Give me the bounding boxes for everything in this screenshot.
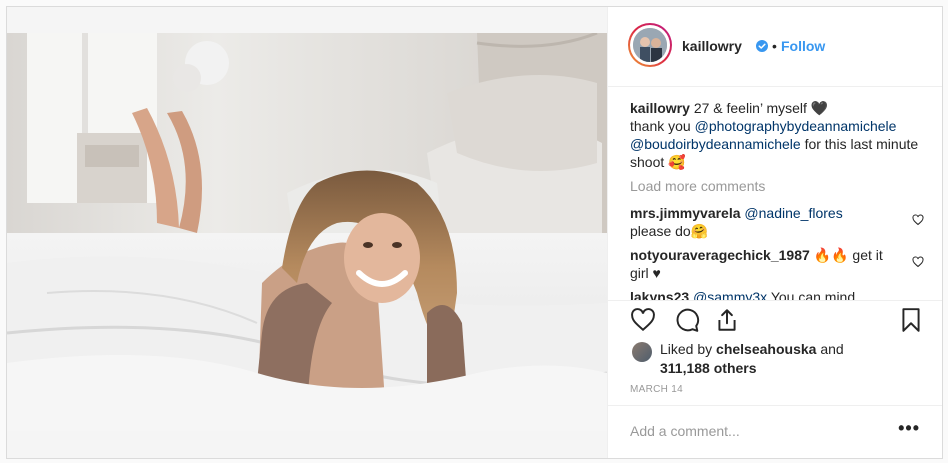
verified-badge-icon bbox=[756, 40, 768, 52]
follow-button[interactable]: Follow bbox=[781, 38, 825, 54]
comment-icon[interactable] bbox=[674, 307, 700, 333]
caption-username[interactable]: kaillowry bbox=[630, 100, 690, 116]
add-comment-input[interactable]: Add a comment... bbox=[630, 423, 740, 439]
comment-emoji: 🤗 bbox=[690, 223, 709, 239]
avatar-image bbox=[633, 28, 667, 62]
comment-username[interactable]: notyouraveragechick_1987 bbox=[630, 247, 810, 263]
caption: kaillowry 27 & feelin’ myself 🖤 thank yo… bbox=[630, 99, 930, 171]
actions-divider bbox=[608, 300, 942, 301]
comment-item: notyouraveragechick_1987 🔥🔥 get it girl … bbox=[630, 246, 900, 282]
comment-username[interactable]: mrs.jimmyvarela bbox=[630, 205, 741, 221]
post-photo-image bbox=[7, 33, 607, 431]
add-comment-bar: Add a comment... ••• bbox=[608, 405, 942, 458]
caption-text: 27 & feelin’ myself bbox=[693, 100, 807, 116]
caption-emoji: 🖤 bbox=[810, 100, 829, 116]
comment-text: You can mind bbox=[770, 289, 856, 300]
likes-prefix: Liked by bbox=[660, 341, 713, 357]
caption-tail-emoji: 🥰 bbox=[668, 154, 686, 170]
caption-thank-you: thank you bbox=[630, 118, 691, 134]
caption-mention-1[interactable]: @photographybydeannamichele bbox=[695, 118, 897, 134]
more-options-icon[interactable]: ••• bbox=[898, 418, 920, 439]
comment-like-heart-icon[interactable] bbox=[912, 214, 924, 226]
avatar[interactable] bbox=[628, 23, 672, 67]
heart-icon[interactable] bbox=[630, 307, 656, 333]
separator-dot: • bbox=[772, 38, 777, 54]
likes-summary: Liked by chelseahouska and 311,188 other… bbox=[660, 340, 890, 378]
likes-user[interactable]: chelseahouska bbox=[716, 341, 816, 357]
comment-mention[interactable]: @sammy3x bbox=[693, 289, 767, 300]
comment-like-heart-icon[interactable] bbox=[912, 256, 924, 268]
post-header: kaillowry • Follow bbox=[608, 7, 942, 87]
instagram-post: kaillowry • Follow kaillowry 27 & feelin… bbox=[6, 6, 943, 459]
header-username[interactable]: kaillowry bbox=[682, 38, 742, 54]
post-sidebar: kaillowry • Follow kaillowry 27 & feelin… bbox=[607, 7, 942, 458]
comment-item: lakyns23 @sammy3x You can mind bbox=[630, 288, 900, 300]
post-photo[interactable] bbox=[7, 33, 607, 431]
comment-item: mrs.jimmyvarela @nadine_flores please do… bbox=[630, 204, 900, 240]
comment-text: please do bbox=[630, 223, 691, 239]
load-more-comments[interactable]: Load more comments bbox=[630, 178, 765, 194]
post-media bbox=[7, 7, 607, 458]
share-icon[interactable] bbox=[714, 307, 740, 333]
comment-username[interactable]: lakyns23 bbox=[630, 289, 689, 300]
liked-by-avatar[interactable] bbox=[632, 342, 652, 362]
comment-emoji: 🔥🔥 bbox=[813, 247, 849, 263]
likes-count[interactable]: 311,188 others bbox=[660, 360, 757, 376]
comment-mention[interactable]: @nadine_flores bbox=[744, 205, 842, 221]
likes-and: and bbox=[820, 341, 844, 357]
bookmark-icon[interactable] bbox=[898, 307, 924, 333]
caption-mention-2[interactable]: @boudoirbydeannamichele bbox=[630, 136, 801, 152]
post-date[interactable]: MARCH 14 bbox=[630, 384, 683, 395]
